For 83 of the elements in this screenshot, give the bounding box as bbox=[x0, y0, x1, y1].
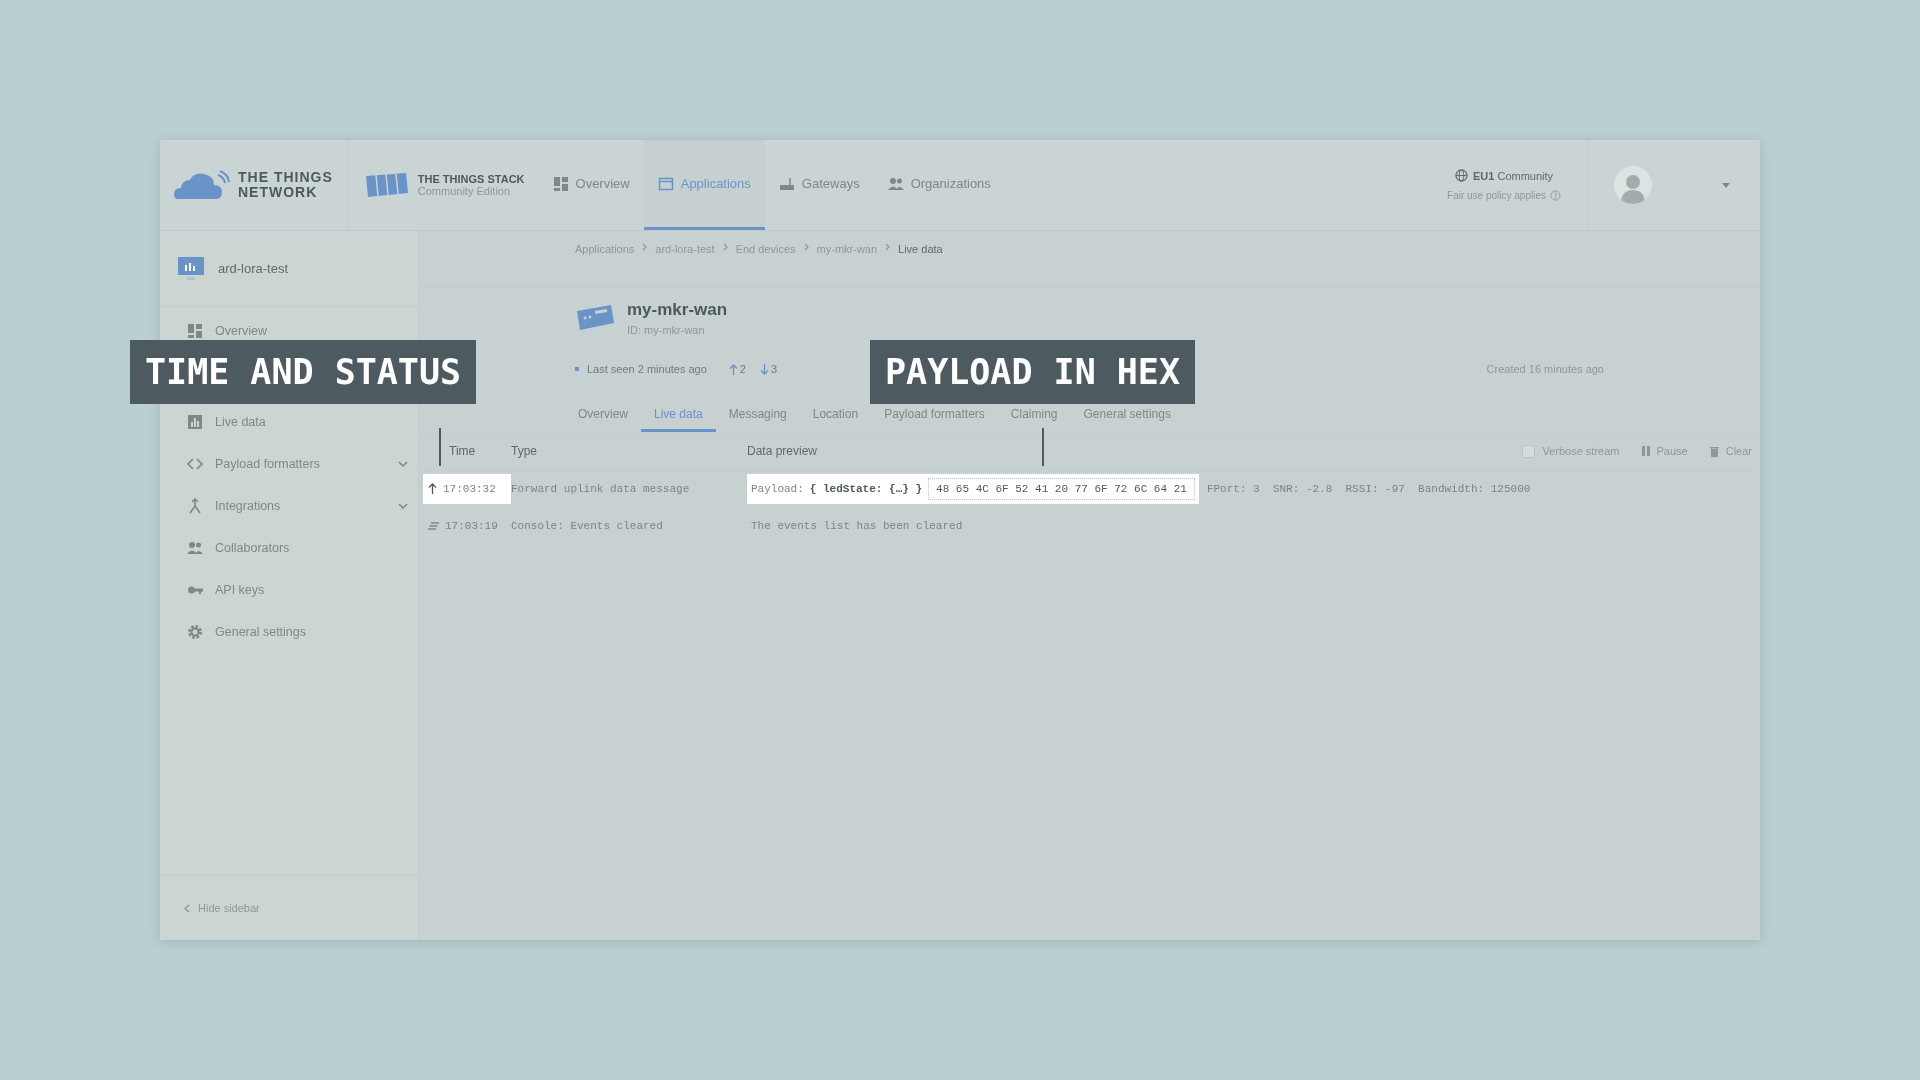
arrow-up-icon bbox=[428, 483, 437, 494]
breadcrumb-link[interactable]: Applications bbox=[575, 243, 635, 255]
breadcrumb-link[interactable]: End devices bbox=[735, 243, 796, 255]
last-seen-text: Last seen 2 minutes ago bbox=[587, 363, 707, 375]
column-header: Data preview bbox=[747, 444, 818, 458]
merge-icon bbox=[187, 498, 203, 514]
nav-tab[interactable]: Applications bbox=[643, 140, 765, 230]
people-icon bbox=[187, 540, 203, 556]
device-tab[interactable]: Location bbox=[799, 407, 872, 432]
settings-icon bbox=[187, 624, 203, 640]
chevron-right-icon bbox=[885, 243, 891, 251]
time-cell: 17:03:32 bbox=[423, 473, 511, 504]
payload-hex: 48 65 4C 6F 52 41 20 77 6F 72 6C 64 21 bbox=[928, 477, 1195, 500]
device-tab[interactable]: General settings bbox=[1070, 407, 1184, 432]
leader-line bbox=[439, 428, 441, 466]
device-tab[interactable]: Overview bbox=[565, 407, 641, 432]
hide-sidebar-button[interactable]: Hide sidebar bbox=[184, 902, 260, 914]
window-icon bbox=[657, 175, 674, 192]
pause-icon bbox=[1641, 446, 1650, 456]
globe-icon bbox=[1455, 169, 1468, 182]
sidebar-item[interactable]: Integrations bbox=[160, 495, 418, 517]
chevron-right-icon bbox=[642, 243, 648, 251]
dashboard-icon bbox=[552, 175, 569, 192]
callout-label: PAYLOAD IN HEX bbox=[870, 340, 1195, 404]
user-avatar[interactable] bbox=[1614, 166, 1652, 204]
verbose-stream-checkbox[interactable]: Verbose stream bbox=[1522, 444, 1620, 458]
breadcrumb-link[interactable]: my-mkr-wan bbox=[816, 243, 878, 255]
stack-logo-icon bbox=[365, 173, 408, 197]
type-cell-text: Console: Events cleared bbox=[511, 519, 664, 532]
device-tab[interactable]: Claiming bbox=[997, 407, 1071, 432]
device-id: ID: my-mkr-wan bbox=[627, 324, 706, 336]
pause-button[interactable]: Pause bbox=[1641, 445, 1688, 457]
app-monitor-icon bbox=[178, 256, 204, 281]
sidebar-item[interactable]: Live data bbox=[160, 411, 418, 433]
help-icon[interactable] bbox=[1550, 190, 1561, 201]
uplink-count: 2 bbox=[739, 363, 746, 375]
bar-chart-icon bbox=[187, 414, 203, 430]
people-icon bbox=[887, 175, 904, 192]
device-name: my-mkr-wan bbox=[627, 300, 728, 320]
device-tab[interactable]: Payload formatters bbox=[871, 407, 998, 432]
code-icon bbox=[187, 456, 203, 472]
breadcrumb-link[interactable]: ard-lora-test bbox=[655, 243, 715, 255]
device-icon bbox=[575, 303, 615, 333]
sidebar-item[interactable]: API keys bbox=[160, 579, 418, 601]
sidebar-item[interactable]: Payload formatters bbox=[160, 453, 418, 475]
chevron-down-icon bbox=[398, 461, 408, 467]
chevron-left-icon bbox=[184, 903, 190, 913]
callout-label: TIME AND STATUS bbox=[130, 340, 477, 404]
nav-tab[interactable]: Overview bbox=[538, 140, 644, 230]
preview-text: The events list has been cleared bbox=[750, 518, 964, 534]
brand-logo-text: THE THINGS NETWORK bbox=[238, 170, 333, 200]
cloud-logo-icon bbox=[174, 169, 230, 201]
arrow-up-icon bbox=[728, 363, 738, 375]
payload-label: Payload: bbox=[751, 482, 804, 495]
chevron-right-icon bbox=[722, 243, 728, 251]
clear-button[interactable]: Clear bbox=[1709, 445, 1752, 457]
trash-icon bbox=[1709, 445, 1719, 457]
metadata-text: FPort: 3 SNR: -2.8 RSSI: -97 Bandwidth: 125000 bbox=[1206, 482, 1531, 495]
device-tab[interactable]: Messaging bbox=[715, 407, 800, 432]
column-header: Type bbox=[511, 444, 538, 458]
product-subtitle: Community Edition bbox=[417, 185, 512, 197]
nav-tab[interactable]: Organizations bbox=[873, 140, 1005, 230]
column-header: Time bbox=[448, 444, 477, 458]
type-cell-text: Forward uplink data message bbox=[511, 482, 691, 495]
arrow-down-icon bbox=[760, 363, 769, 375]
caret-icon[interactable] bbox=[1722, 182, 1730, 188]
chevron-down-icon bbox=[398, 503, 408, 509]
downlink-count: 3 bbox=[771, 363, 778, 375]
product-title: THE THINGS STACK bbox=[417, 173, 525, 185]
leader-line bbox=[1042, 428, 1044, 466]
lines-icon bbox=[428, 521, 439, 530]
payload-object: { ledState: {…} } bbox=[809, 482, 923, 495]
sidebar-item[interactable]: Collaborators bbox=[160, 537, 418, 559]
nav-tab[interactable]: Gateways bbox=[764, 140, 874, 230]
app-name: ard-lora-test bbox=[218, 261, 289, 276]
sidebar-item[interactable]: Overview bbox=[160, 320, 418, 342]
router-icon bbox=[778, 175, 795, 192]
device-tab[interactable]: Live data bbox=[641, 407, 716, 432]
dashboard-icon bbox=[187, 323, 203, 339]
chevron-right-icon bbox=[803, 243, 809, 251]
cluster-name[interactable]: EU1 Community bbox=[1455, 169, 1554, 182]
sidebar-item[interactable]: General settings bbox=[160, 621, 418, 643]
time-cell: 17:03:19 bbox=[423, 510, 511, 541]
